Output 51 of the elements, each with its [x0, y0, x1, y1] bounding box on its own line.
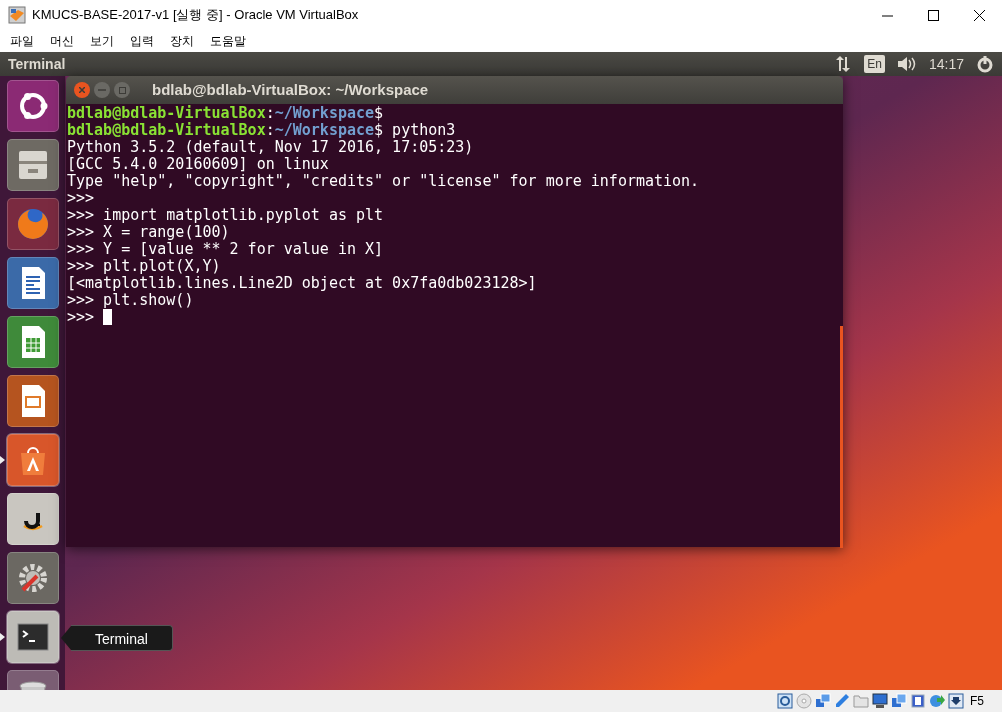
- terminal-line: >>> Y = [value ** 2 for value in X]: [67, 241, 384, 258]
- app-icon: [8, 6, 26, 24]
- launcher-item[interactable]: [6, 257, 59, 309]
- text-cursor: [103, 309, 113, 325]
- terminal-line: >>> plt.show(): [67, 292, 194, 309]
- terminal-title: bdlab@bdlab-VirtualBox: ~/Workspace: [152, 79, 429, 100]
- windows-icon[interactable]: [891, 693, 907, 709]
- close-icon: [79, 87, 85, 93]
- pencil-icon[interactable]: [834, 693, 850, 709]
- minimize-icon: [98, 89, 106, 91]
- maximize-icon: [927, 9, 939, 21]
- terminal-line: >>> X = range(100): [67, 224, 230, 241]
- network-adapter-icon[interactable]: [815, 693, 831, 709]
- network-icon[interactable]: [834, 55, 853, 73]
- menu-item[interactable]: 입력: [122, 32, 162, 50]
- keyboard-layout-indicator[interactable]: En: [864, 55, 885, 73]
- launcher-item[interactable]: [6, 552, 59, 604]
- terminal-line: bdlab@bdlab-VirtualBox:~/Workspace$ python3: [67, 122, 456, 139]
- close-button[interactable]: [74, 82, 90, 98]
- terminal-line: [<matplotlib.lines.Line2D object at 0x7fa0db023128>]: [67, 275, 537, 292]
- scrollbar[interactable]: [840, 326, 843, 548]
- launcher-item[interactable]: [6, 611, 59, 663]
- launcher-item[interactable]: [6, 493, 59, 545]
- launcher-item[interactable]: [6, 375, 59, 427]
- terminal-line: >>>: [67, 309, 96, 326]
- clock[interactable]: 14:17: [928, 53, 964, 75]
- launcher-item[interactable]: [6, 139, 59, 191]
- menu-item[interactable]: 장치: [162, 32, 202, 50]
- close-icon: [973, 9, 985, 21]
- terminal-line: >>> import matplotlib.pyplot as plt: [67, 207, 384, 224]
- maximize-icon: [118, 86, 126, 94]
- menu-item[interactable]: 머신: [42, 32, 82, 50]
- terminal-line: >>> plt.plot(X,Y): [67, 258, 221, 275]
- disk-icon[interactable]: [777, 693, 793, 709]
- tooltip-arrow-icon: [61, 626, 71, 650]
- monitor-icon[interactable]: [872, 693, 888, 709]
- launcher-item[interactable]: [6, 80, 59, 132]
- menu-item[interactable]: 도움말: [202, 32, 254, 50]
- menu-item[interactable]: 파일: [2, 32, 42, 50]
- terminal-line: >>>: [67, 190, 95, 207]
- terminal-line: Type "help", "copyright", "credits" or "license" for more information.: [67, 173, 700, 190]
- launcher-item[interactable]: [6, 316, 59, 368]
- menu-item[interactable]: 보기: [82, 32, 122, 50]
- terminal-line: Python 3.5.2 (default, Nov 17 2016, 17:05:23): [67, 139, 474, 156]
- active-app-name: Terminal: [8, 54, 66, 74]
- host-key-label: F5: [970, 693, 984, 710]
- volume-icon[interactable]: [896, 56, 917, 72]
- power-icon[interactable]: [976, 55, 994, 73]
- window-title: KMUCS-BASE-2017-v1 [실행 중] - Oracle VM VirtualBox: [32, 6, 359, 25]
- terminal-line: bdlab@bdlab-VirtualBox:~/Workspace$: [67, 105, 384, 122]
- terminal-line: [GCC 5.4.0 20160609] on linux: [67, 156, 329, 173]
